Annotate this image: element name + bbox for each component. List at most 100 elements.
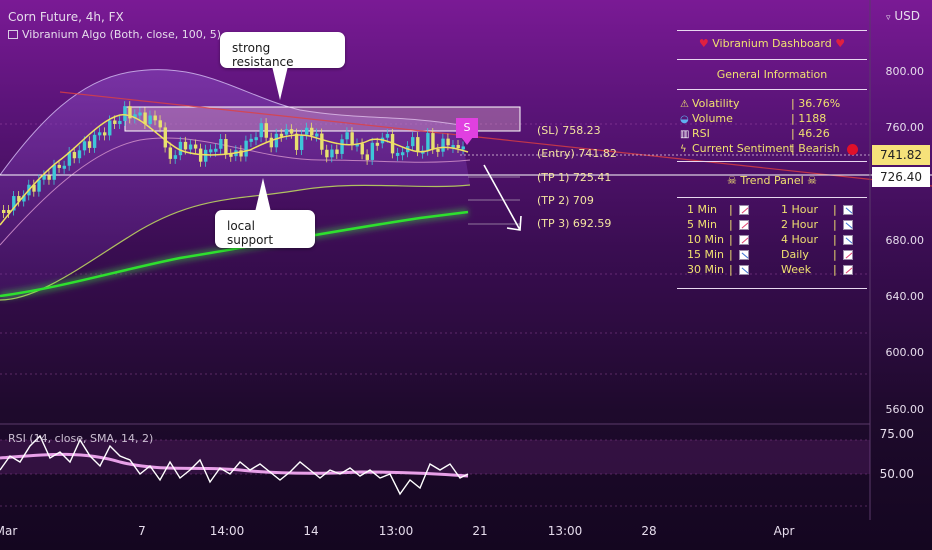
resistance-callout-text: strong resistance xyxy=(232,41,294,69)
sentiment-label: Current Sentiment xyxy=(692,142,794,155)
candle-body xyxy=(400,152,405,156)
currency-label: USD xyxy=(894,9,920,23)
trend-separator: | xyxy=(833,263,837,276)
candle-body xyxy=(340,139,344,154)
candle-body xyxy=(47,175,51,180)
trend-panel-title-text: Trend Panel xyxy=(740,174,804,187)
candle-body xyxy=(431,133,435,149)
rsi-axis-label: 75.00 xyxy=(879,427,914,441)
trend-timeframe-right: 1 Hour xyxy=(781,203,818,216)
candle-body xyxy=(123,106,127,121)
trend-separator: | xyxy=(729,263,733,276)
trend-separator: | xyxy=(729,203,733,216)
candle-body xyxy=(92,134,97,148)
candle-body xyxy=(118,120,122,124)
candle-body xyxy=(193,144,198,149)
candle-body xyxy=(103,132,107,136)
stop-loss-label: (SL) 758.23 xyxy=(537,124,601,137)
time-axis-label: 14:00 xyxy=(209,524,245,538)
candle-body xyxy=(97,132,102,136)
candle-body xyxy=(411,137,415,147)
time-axis-label: 14 xyxy=(303,524,319,538)
candle-body xyxy=(441,138,445,152)
price-axis-label: 600.00 xyxy=(885,346,925,359)
candle-body xyxy=(370,142,375,160)
candle-body xyxy=(294,133,299,150)
candle-body xyxy=(310,127,314,136)
candle-body xyxy=(269,137,274,148)
candle-body xyxy=(360,143,364,155)
candle-body xyxy=(264,123,268,138)
volatility-value: | 36.76% xyxy=(791,97,841,110)
heart-icon: ♥ xyxy=(835,37,846,50)
time-axis-label: 28 xyxy=(641,524,657,538)
trend-row: 15 Min | Daily | xyxy=(677,248,867,262)
rsi-title[interactable]: RSI (14, close, SMA, 14, 2) xyxy=(8,432,153,445)
candle-body xyxy=(219,139,223,149)
trend-down-icon xyxy=(843,205,853,215)
candle-body xyxy=(345,132,349,140)
indicator-legend[interactable]: Vibranium Algo (Both, close, 100, 5) xyxy=(8,28,221,41)
entry-label: (Entry) 741.82 xyxy=(537,147,617,160)
candle-body xyxy=(52,164,56,180)
skull-icon: ☠ xyxy=(807,174,818,187)
symbol-title[interactable]: Corn Future, 4h, FX xyxy=(8,10,124,24)
trend-timeframe-right: Week xyxy=(781,263,812,276)
dashboard-title-text: Vibranium Dashboard xyxy=(712,37,832,50)
rsi-axis-label: 50.00 xyxy=(879,467,914,481)
trend-separator: | xyxy=(729,218,733,231)
time-axis-label: 7 xyxy=(138,524,146,538)
candle-body xyxy=(254,137,258,141)
candle-body xyxy=(289,129,294,134)
candle-body xyxy=(173,155,178,159)
price-axis-label: 680.00 xyxy=(885,234,925,247)
candle-body xyxy=(37,179,41,192)
candle-body xyxy=(244,140,248,157)
rsi-row: ▥ RSI | 46.26 xyxy=(680,127,866,140)
take-profit-1-label: (TP 1) 725.41 xyxy=(537,171,612,184)
trend-down-icon xyxy=(739,265,749,275)
candle-body xyxy=(57,164,61,168)
candle-body xyxy=(148,115,152,124)
candle-body xyxy=(188,144,193,150)
trend-separator: | xyxy=(833,248,837,261)
sell-signal-pointer xyxy=(461,137,473,145)
sell-signal-marker[interactable]: S xyxy=(456,118,478,138)
candle-body xyxy=(108,120,112,136)
trend-timeframe-left: 30 Min xyxy=(687,263,725,276)
trend-timeframe-left: 15 Min xyxy=(687,248,725,261)
trend-timeframe-right: 2 Hour xyxy=(781,218,818,231)
currency-selector[interactable]: ▿ USD xyxy=(886,9,920,23)
water-icon: ◒ xyxy=(680,114,689,125)
skull-icon: ☠ xyxy=(726,174,737,187)
volume-value: | 1188 xyxy=(791,112,827,125)
candle-body xyxy=(153,115,157,121)
heart-icon: ♥ xyxy=(698,37,709,50)
volatility-row: ⚠ Volatility | 36.76% xyxy=(680,97,866,110)
time-axis-label: 21 xyxy=(472,524,488,538)
trend-row: 1 Min | 1 Hour | xyxy=(677,203,867,217)
candle-body xyxy=(87,141,92,148)
candle-body xyxy=(2,210,6,213)
price-axis-label: 800.00 xyxy=(885,65,925,78)
candle-body xyxy=(249,138,253,142)
sentiment-row: ϟ Current Sentiment | Bearish xyxy=(680,142,866,155)
warning-icon: ⚠ xyxy=(680,99,689,110)
candle-body xyxy=(259,123,263,138)
trend-row: 30 Min | Week | xyxy=(677,263,867,277)
dashboard-title: ♥ Vibranium Dashboard ♥ xyxy=(677,37,867,50)
candle-body xyxy=(305,127,309,135)
candle-body xyxy=(224,139,228,154)
volume-label: Volume xyxy=(692,112,733,125)
chart-area[interactable]: Corn Future, 4h, FX Vibranium Algo (Both… xyxy=(0,0,932,550)
candle-body xyxy=(350,132,354,146)
candle-body xyxy=(209,149,213,153)
trend-down-icon xyxy=(739,250,749,260)
bar-chart-icon: ▥ xyxy=(680,129,690,140)
volatility-cloud xyxy=(0,69,470,301)
candle-body xyxy=(335,149,339,154)
candle-body xyxy=(436,148,440,152)
chevron-down-icon: ▿ xyxy=(886,13,891,23)
trend-separator: | xyxy=(833,233,837,246)
price-axis-label: 560.00 xyxy=(885,403,925,416)
